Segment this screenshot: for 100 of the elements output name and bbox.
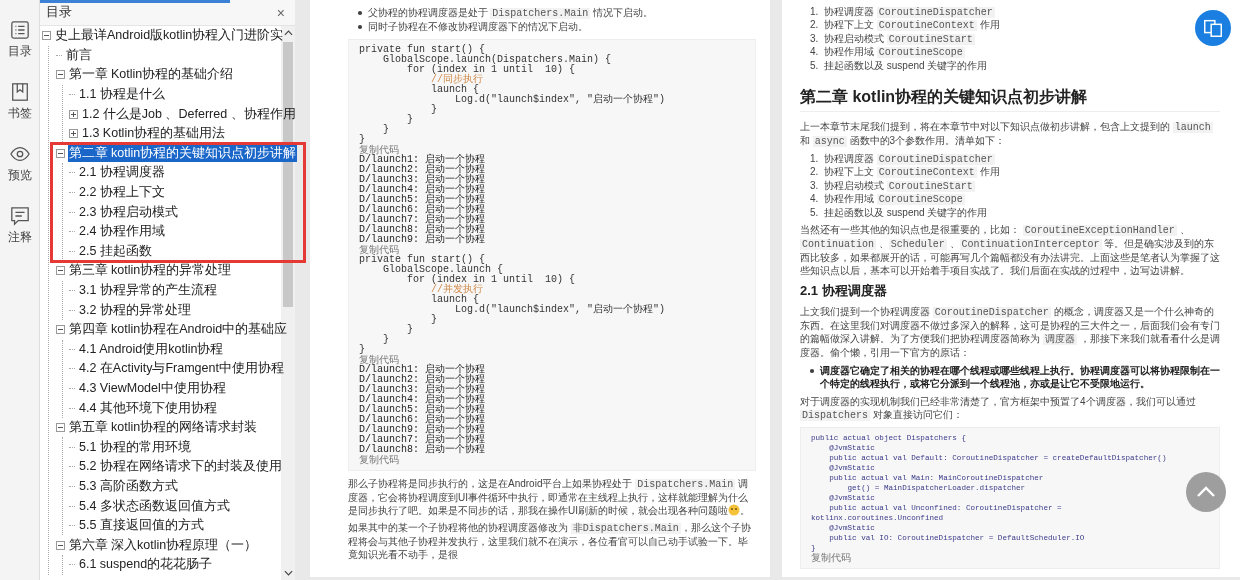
eye-icon[interactable] bbox=[9, 144, 30, 164]
list-number: 2. bbox=[810, 166, 820, 180]
close-button[interactable]: × bbox=[276, 5, 285, 20]
tree-item[interactable]: 3.1 协程异常的产生流程 bbox=[78, 282, 218, 299]
tree-item[interactable]: 5.3 高阶函数方式 bbox=[78, 477, 179, 495]
code-line: GlobalScope.launch(Dispatchers.Main) { bbox=[383, 55, 613, 65]
paragraph: 上一本章节末尾我们提到，将在本章节中对以下知识点做初步讲解，包含上文提到的 launch 和 async 函数中的3个参数作用。清单如下： bbox=[800, 120, 1214, 149]
collapse-icon[interactable] bbox=[42, 31, 51, 41]
list-number: 2. bbox=[810, 19, 820, 33]
paragraph: 上文我们提到一个协程调度器 CoroutineDispatcher 的概念，调度器又是一个什么神奇的东西。在这里我们对调度器不做过多深入的解释，这可是协程的三大件之一，后面我们会有专门的篇幅做深入讲解。为了方便我们把协程调度器简称为 调度器 ，那接下来我们就看看什么是调度器。偷个懒，引用一下官方的原话： bbox=[800, 305, 1220, 360]
scrollbar-thumb[interactable] bbox=[283, 42, 293, 307]
bullet-text: 父协程的协程调度器是处于 Dispatchers.Main 情况下启动。 bbox=[367, 6, 654, 20]
code-line: for (index in 1 until 10) { bbox=[407, 65, 576, 75]
code-line: private fun start() { bbox=[359, 45, 486, 55]
tree-item[interactable]: 4.3 ViewModel中使用协程 bbox=[78, 380, 227, 397]
tree-item[interactable]: 1.1 协程是什么 bbox=[78, 86, 166, 104]
code-line: } bbox=[430, 315, 438, 325]
tree-item[interactable]: 第四章 kotlin协程在Android中的基础应 bbox=[67, 321, 289, 339]
code-line: Log.d("launch$index", "启动一个协程") bbox=[454, 305, 667, 315]
list-number: 5. bbox=[810, 206, 820, 220]
chapter-heading: 第二章 kotlin协程的关键知识点初步讲解 bbox=[800, 88, 1088, 106]
collapse-icon[interactable] bbox=[55, 325, 65, 335]
tree-item[interactable]: 前言 bbox=[64, 46, 93, 64]
comment-icon[interactable] bbox=[9, 206, 30, 226]
list-item: 挂起函数以及 suspend 关键字的作用 bbox=[824, 206, 988, 220]
collapse-icon[interactable] bbox=[55, 540, 65, 550]
list-item: 协程作用域 CoroutineScope bbox=[824, 46, 965, 60]
code-line: Log.d("launch$index", "启动一个协程") bbox=[454, 95, 667, 105]
list-number: 5. bbox=[810, 59, 820, 73]
copy-code-link[interactable]: 复制代码 bbox=[811, 553, 1209, 564]
copy-code-link[interactable]: 复制代码 bbox=[359, 145, 745, 155]
code-line: } bbox=[359, 345, 366, 355]
tree-item[interactable]: 2.5 挂起函数 bbox=[78, 242, 153, 260]
collapse-icon[interactable] bbox=[55, 266, 65, 276]
convert-button[interactable] bbox=[1195, 10, 1231, 46]
tree-item[interactable]: 4.4 其他环境下使用协程 bbox=[78, 399, 218, 417]
copy-code-link[interactable]: 复制代码 bbox=[359, 455, 745, 465]
list-icon[interactable] bbox=[9, 20, 30, 40]
list-item: 协程启动模式 CoroutineStart bbox=[824, 179, 975, 193]
list-number: 1. bbox=[810, 153, 820, 167]
code-line: } bbox=[382, 125, 390, 135]
code-line: launch { bbox=[430, 295, 480, 305]
list-item: 挂起函数以及 suspend 关键字的作用 bbox=[824, 59, 988, 73]
list-number: 4. bbox=[810, 193, 820, 207]
code-line: } bbox=[430, 105, 438, 115]
panel-title: 目录 bbox=[46, 4, 72, 21]
code-line: private fun start() { bbox=[359, 255, 486, 265]
rail-label[interactable]: 书签 bbox=[7, 105, 32, 122]
tree-item[interactable]: 1.3 Kotlin协程的基础用法 bbox=[81, 125, 227, 143]
quote-text: 调度器它确定了相关的协程在哪个线程或哪些线程上执行。协程调度器可以将协程限制在一个特定的线程执行，或将它分派到一个线程池，亦或是让它不受限地运行。 bbox=[819, 364, 1220, 391]
code-line: } bbox=[406, 115, 414, 125]
scroll-up-icon[interactable] bbox=[283, 30, 293, 36]
tree-item[interactable]: 2.2 协程上下文 bbox=[78, 184, 166, 202]
tree-item[interactable]: 5.4 多状态函数返回值方式 bbox=[78, 497, 231, 515]
copy-code-link[interactable]: 复制代码 bbox=[359, 245, 745, 255]
tree-item[interactable]: 第六章 深入kotlin协程原理（一） bbox=[67, 536, 259, 554]
paragraph: 那么子协程将是同步执行的，这是在Android平台上如果协程处于 Dispatchers.Main 调度器，它会将协程调度到UI事件循环中执行，即通常在主线程上执行，这样就能理解为什么是同步执行了吧。如果是不同步的话，那我在操作UI刷新的时候，就会出现各种问题啦 。 bbox=[348, 477, 751, 517]
paragraph: 当然还有一些其他的知识点也是很重要的，比如： CoroutineExceptionHandler 、 Continuation 、 Scheduler 、 ContinuationInterceptor 等。但是确实涉及到的东西比较多，如果都展开的话，可能再写几个篇幅都没有办法讲完。上面这些是笔者认为掌握了这些知识点以后，基本可以开始着手项目实战了。我们后面在实战的过程中，边写边讲解。 bbox=[800, 223, 1220, 278]
tree-item[interactable]: 5.5 直接返回值的方式 bbox=[78, 517, 205, 535]
bookmark-icon[interactable] bbox=[9, 82, 30, 102]
collapse-icon[interactable] bbox=[55, 148, 65, 158]
tree-item[interactable]: 3.2 协程的异常处理 bbox=[78, 301, 192, 319]
tree-item[interactable]: 2.1 协程调度器 bbox=[78, 164, 166, 182]
list-item: 协程下上文 CoroutineContext 作用 bbox=[824, 19, 1000, 33]
scroll-down-icon[interactable] bbox=[283, 570, 293, 576]
bullet-text: 同时子协程在不修改协程调度器下的情况下启动。 bbox=[367, 20, 588, 33]
tree-item[interactable]: 5.2 协程在网络请求下的封装及使用 bbox=[78, 458, 283, 476]
rail-label[interactable]: 注释 bbox=[7, 229, 32, 246]
code-line: } bbox=[359, 135, 366, 145]
code-line: } bbox=[382, 335, 390, 345]
collapse-icon[interactable] bbox=[55, 70, 65, 80]
tree-item[interactable]: 1.2 什么是Job 、Deferred 、协程作用 bbox=[81, 105, 297, 123]
list-item: 协程调度器 CoroutineDispatcher bbox=[824, 153, 995, 166]
rail-label[interactable]: 目录 bbox=[7, 43, 32, 60]
expand-icon[interactable] bbox=[69, 109, 78, 119]
code-line: for (index in 1 until 10) { bbox=[407, 275, 577, 285]
tree-item[interactable]: 第三章 kotlin协程的异常处理 bbox=[67, 262, 233, 280]
tree-item[interactable]: 史上最详Android版kotlin协程入门进阶实 bbox=[54, 27, 285, 45]
document-icon bbox=[1202, 17, 1224, 39]
list-number: 3. bbox=[810, 32, 820, 46]
paragraph: 对于调度器的实现机制我们已经非常清楚了，官方框架中预置了4个调度器，我们可以通过 Dispatchers 对象直接访问它们： bbox=[800, 395, 1197, 423]
paragraph: 如果其中的某一个子协程将他的协程调度器修改为 非Dispatchers.Main ，那么这个子协程将会与其他子协程并发执行，这里我们就不在演示，各位看官可以自己动手试验一下。毕竟知识光看不动手，是很 bbox=[348, 521, 752, 561]
tree-item[interactable]: 6.1 suspend的花花肠子 bbox=[78, 556, 214, 574]
code-line: } bbox=[406, 325, 414, 335]
tree-item[interactable]: 4.2 在Activity与Framgent中使用协程 bbox=[78, 360, 285, 378]
tree-item[interactable]: 第五章 kotlin协程的网络请求封装 bbox=[67, 419, 259, 437]
tree-item[interactable]: 2.4 协程作用域 bbox=[78, 223, 166, 241]
code-comment: //并发执行 bbox=[430, 285, 484, 295]
tree-item[interactable]: 第一章 Kotlin协程的基础介绍 bbox=[67, 66, 235, 84]
code-comment: //同步执行 bbox=[430, 75, 484, 85]
list-number: 3. bbox=[810, 179, 820, 193]
list-number: 4. bbox=[810, 46, 820, 60]
copy-code-link[interactable]: 复制代码 bbox=[359, 355, 745, 365]
tree-item[interactable]: 5.1 协程的常用环境 bbox=[78, 438, 192, 456]
rail-label[interactable]: 预览 bbox=[7, 167, 32, 184]
section-heading: 2.1 协程调度器 bbox=[800, 283, 888, 300]
tree-item[interactable]: 4.1 Android使用kotlin协程 bbox=[78, 340, 225, 358]
collapse-icon[interactable] bbox=[55, 423, 65, 433]
expand-icon[interactable] bbox=[69, 129, 78, 139]
tree-item[interactable]: 2.3 协程启动模式 bbox=[78, 203, 179, 221]
